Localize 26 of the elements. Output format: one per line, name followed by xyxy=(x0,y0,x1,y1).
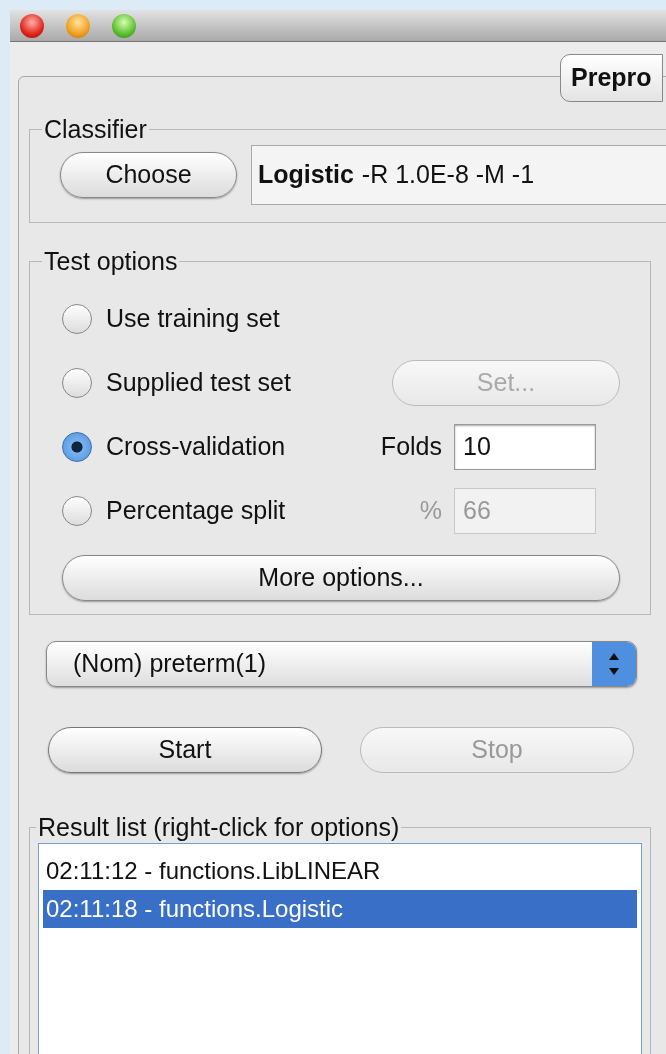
radio-option[interactable]: Cross-validation xyxy=(62,427,362,466)
zoom-icon[interactable] xyxy=(112,13,136,38)
minimize-icon[interactable] xyxy=(66,13,90,38)
radio-option[interactable]: Supplied test set xyxy=(62,363,362,402)
group-title: Result list (right-click for options) xyxy=(37,812,401,843)
result-item[interactable]: 02:11:12 - functions.LibLINEAR xyxy=(43,851,637,890)
result-item[interactable]: 02:11:18 - functions.Logistic xyxy=(43,889,637,928)
radio-option[interactable]: Percentage split xyxy=(62,491,362,530)
choose-button[interactable]: Choose xyxy=(60,151,237,198)
radio-option[interactable]: Use training set xyxy=(62,299,362,338)
radio-button[interactable] xyxy=(62,303,92,334)
group-title: Test options xyxy=(43,246,179,277)
radio-button[interactable] xyxy=(62,367,92,398)
field-label: % xyxy=(418,494,443,526)
radio-button[interactable] xyxy=(62,431,92,462)
group-title: Classifier xyxy=(43,114,148,145)
close-icon[interactable] xyxy=(20,13,44,38)
classifier-field[interactable]: Logistic -R 1.0E-8 -M -1 xyxy=(251,144,666,205)
start-button[interactable]: Start xyxy=(48,727,322,773)
class-dropdown[interactable]: (Nom) preterm(1) xyxy=(46,641,637,687)
tab[interactable]: Prepro xyxy=(560,54,663,103)
stepper-icon xyxy=(592,642,636,686)
folds-field[interactable]: 10 xyxy=(454,423,596,470)
field-label: Folds xyxy=(379,430,443,462)
radio-button[interactable] xyxy=(62,495,92,526)
more-options-button[interactable]: More options... xyxy=(62,554,620,601)
